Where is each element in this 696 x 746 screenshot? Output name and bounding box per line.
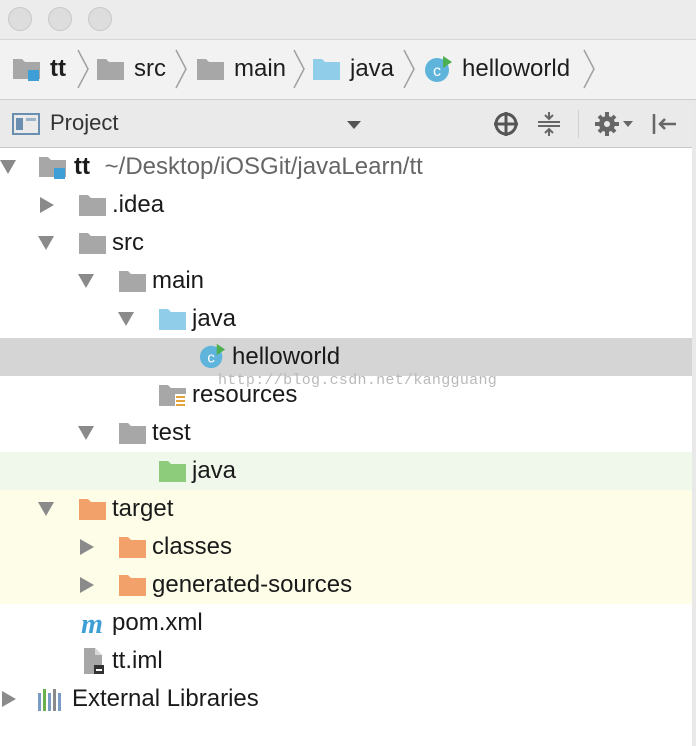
collapse-all-icon[interactable] xyxy=(536,110,562,138)
toolbar-divider xyxy=(578,110,579,138)
excluded-folder-icon xyxy=(119,575,146,596)
project-view-icon xyxy=(12,113,40,135)
tool-window-title[interactable]: Project xyxy=(50,110,118,136)
tree-node-external-libraries[interactable]: External Libraries xyxy=(0,680,696,718)
tree-label: External Libraries xyxy=(72,685,259,712)
settings-dropdown-icon[interactable] xyxy=(622,120,634,128)
maven-icon: m xyxy=(81,609,103,637)
breadcrumb-label: helloworld xyxy=(462,55,571,82)
breadcrumb-separator-icon xyxy=(583,49,595,89)
resources-folder-icon xyxy=(159,385,186,408)
tree-label: java xyxy=(192,457,237,484)
breadcrumb-item-src[interactable]: src xyxy=(96,40,166,98)
breadcrumb-item-helloworld[interactable]: c helloworld xyxy=(424,40,570,98)
folder-icon xyxy=(197,59,224,80)
collapse-arrow-icon[interactable] xyxy=(80,539,94,555)
tree-node-idea[interactable]: .idea xyxy=(0,186,696,224)
root-path: ~/Desktop/iOSGit/javaLearn/tt xyxy=(104,153,423,180)
module-folder-icon xyxy=(13,59,40,81)
breadcrumb-item-tt[interactable]: tt xyxy=(12,40,66,98)
view-dropdown-icon[interactable] xyxy=(346,120,362,130)
project-tree: tt ~/Desktop/iOSGit/javaLearn/tt .idea s… xyxy=(0,148,696,746)
tree-node-java-test[interactable]: java xyxy=(0,452,696,490)
tree-node-src[interactable]: src xyxy=(0,224,696,262)
svg-text:m: m xyxy=(81,609,103,637)
collapse-arrow-icon[interactable] xyxy=(40,197,54,213)
tree-node-generated-sources[interactable]: generated-sources xyxy=(0,566,696,604)
breadcrumb-label: java xyxy=(350,55,395,82)
folder-icon xyxy=(119,271,146,292)
tree-node-java-source[interactable]: java xyxy=(0,300,696,338)
module-file-icon xyxy=(84,648,104,674)
zoom-window-button[interactable] xyxy=(88,7,112,31)
tree-label: main xyxy=(152,267,205,294)
breadcrumb-item-main[interactable]: main xyxy=(196,40,286,98)
tree-node-helloworld[interactable]: c helloworld xyxy=(0,338,696,376)
settings-icon[interactable] xyxy=(594,110,622,138)
expand-arrow-icon[interactable] xyxy=(38,236,54,250)
tree-label: tt.iml xyxy=(112,647,163,674)
tree-label: pom.xml xyxy=(112,609,203,636)
library-icon xyxy=(38,689,61,711)
breadcrumb-separator-icon xyxy=(403,49,415,89)
svg-text:c: c xyxy=(433,63,441,80)
tree-label: helloworld xyxy=(232,343,341,370)
collapse-arrow-icon[interactable] xyxy=(80,577,94,593)
expand-arrow-icon[interactable] xyxy=(0,160,16,174)
excluded-folder-icon xyxy=(119,537,146,558)
tree-label: generated-sources xyxy=(152,571,353,598)
svg-text:c: c xyxy=(207,350,215,367)
folder-icon xyxy=(97,59,124,80)
tree-label: classes xyxy=(152,533,233,560)
root-name: tt xyxy=(74,153,90,180)
locate-icon[interactable] xyxy=(492,110,520,138)
source-folder-icon xyxy=(159,309,186,330)
hide-icon[interactable] xyxy=(650,110,678,138)
folder-icon xyxy=(119,423,146,444)
breadcrumb-label: main xyxy=(234,55,287,82)
tree-node-main[interactable]: main xyxy=(0,262,696,300)
expand-arrow-icon[interactable] xyxy=(38,502,54,516)
folder-icon xyxy=(79,195,106,216)
expand-arrow-icon[interactable] xyxy=(78,274,94,288)
tree-node-pom[interactable]: m pom.xml xyxy=(0,604,696,642)
test-source-folder-icon xyxy=(159,461,186,482)
tree-label: target xyxy=(112,495,174,522)
breadcrumb-label: tt xyxy=(50,55,66,82)
tree-node-root[interactable]: tt ~/Desktop/iOSGit/javaLearn/tt xyxy=(0,148,696,186)
tree-label: src xyxy=(112,229,144,256)
tree-node-target[interactable]: target xyxy=(0,490,696,528)
breadcrumb-item-java[interactable]: java xyxy=(312,40,394,98)
breadcrumb-separator-icon xyxy=(175,49,187,89)
navigation-breadcrumb: tt src main java c helloworld xyxy=(0,40,696,100)
tree-node-test[interactable]: test xyxy=(0,414,696,452)
source-folder-icon xyxy=(313,59,340,80)
tree-node-iml[interactable]: tt.iml xyxy=(0,642,696,680)
java-class-icon: c xyxy=(199,343,226,369)
window-title-bar xyxy=(0,0,696,40)
tree-label: test xyxy=(152,419,191,446)
tree-node-classes[interactable]: classes xyxy=(0,528,696,566)
collapse-arrow-icon[interactable] xyxy=(2,691,16,707)
excluded-folder-icon xyxy=(79,499,106,520)
minimize-window-button[interactable] xyxy=(48,7,72,31)
scrollbar-track[interactable] xyxy=(692,100,696,746)
module-folder-icon xyxy=(39,157,66,179)
java-class-icon: c xyxy=(425,56,452,82)
breadcrumb-separator-icon xyxy=(293,49,305,89)
project-tool-window-header: Project xyxy=(0,100,696,148)
breadcrumb-separator-icon xyxy=(77,49,89,89)
close-window-button[interactable] xyxy=(8,7,32,31)
watermark-text: http://blog.csdn.net/kangguang xyxy=(218,372,498,389)
breadcrumb-label: src xyxy=(134,55,166,82)
folder-icon xyxy=(79,233,106,254)
tree-label: java xyxy=(192,305,237,332)
tree-label: .idea xyxy=(112,191,165,218)
expand-arrow-icon[interactable] xyxy=(118,312,134,326)
expand-arrow-icon[interactable] xyxy=(78,426,94,440)
